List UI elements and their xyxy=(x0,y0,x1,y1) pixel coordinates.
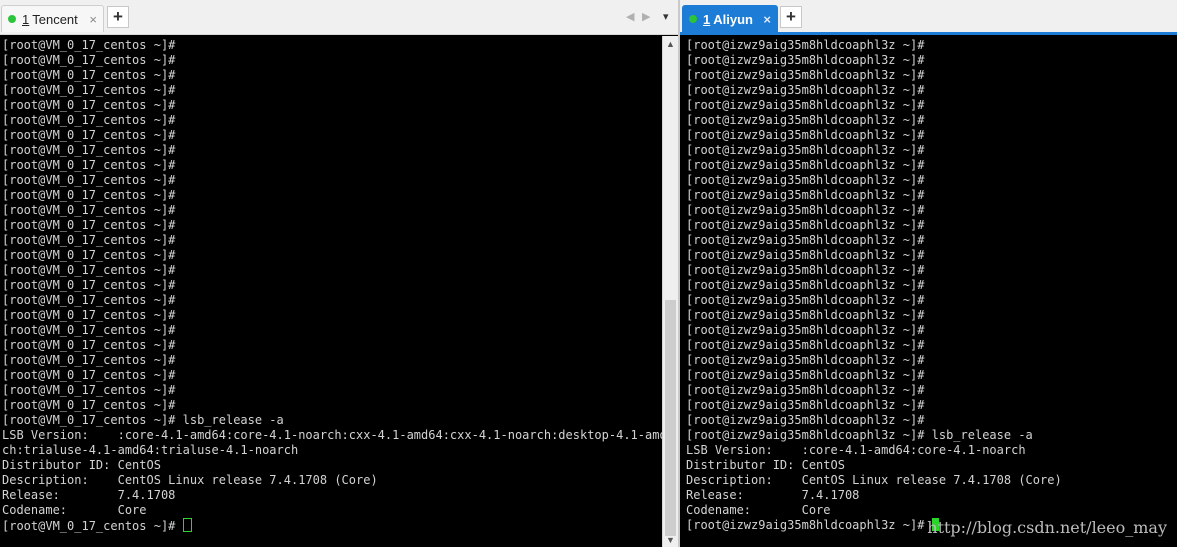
terminal-line: [root@VM_0_17_centos ~]# xyxy=(2,368,176,382)
terminal-line: Codename: Core xyxy=(686,503,831,517)
terminal-line: [root@izwz9aig35m8hldcoaphl3z ~]# xyxy=(686,248,925,262)
terminal-line: [root@izwz9aig35m8hldcoaphl3z ~]# xyxy=(686,323,925,337)
terminal-line: [root@VM_0_17_centos ~]# xyxy=(2,308,176,322)
terminal-line: [root@VM_0_17_centos ~]# lsb_release -a xyxy=(2,413,284,427)
terminal-line: [root@VM_0_17_centos ~]# xyxy=(2,203,176,217)
terminal-line: [root@VM_0_17_centos ~]# xyxy=(2,83,176,97)
terminal-line: [root@VM_0_17_centos ~]# xyxy=(2,398,176,412)
scroll-up-icon[interactable]: ▲ xyxy=(666,39,675,49)
tab-number: 1 xyxy=(703,11,711,27)
terminal-line: Description: CentOS Linux release 7.4.17… xyxy=(686,473,1062,487)
terminal-line: [root@izwz9aig35m8hldcoaphl3z ~]# xyxy=(686,278,925,292)
terminal-line: [root@VM_0_17_centos ~]# xyxy=(2,38,176,52)
scroll-thumb[interactable] xyxy=(665,300,676,536)
terminal-line: [root@VM_0_17_centos ~]# xyxy=(2,248,176,262)
terminal-line: [root@VM_0_17_centos ~]# xyxy=(2,188,176,202)
terminal-line: [root@izwz9aig35m8hldcoaphl3z ~]# xyxy=(686,233,925,247)
tab-aliyun[interactable]: 1 Aliyun × xyxy=(682,5,778,32)
terminal-line: [root@VM_0_17_centos ~]# xyxy=(2,278,176,292)
terminal-line: [root@VM_0_17_centos ~]# xyxy=(2,173,176,187)
terminal-line: Description: CentOS Linux release 7.4.17… xyxy=(2,473,378,487)
terminal-line: [root@VM_0_17_centos ~]# xyxy=(2,263,176,277)
terminal-output[interactable]: [root@izwz9aig35m8hldcoaphl3z ~]# [root@i… xyxy=(686,38,1062,533)
terminal-line: [root@izwz9aig35m8hldcoaphl3z ~]# xyxy=(686,128,925,142)
close-icon[interactable]: × xyxy=(763,12,771,27)
terminal-line: LSB Version: :core-4.1-amd64:core-4.1-no… xyxy=(686,443,1026,457)
right-terminal-pane[interactable]: 1 Aliyun × + [root@izwz9aig35m8hldcoaphl… xyxy=(680,0,1177,547)
terminal-line: [root@VM_0_17_centos ~]# xyxy=(2,218,176,232)
terminal-line: [root@izwz9aig35m8hldcoaphl3z ~]# xyxy=(686,383,925,397)
terminal-line: [root@VM_0_17_centos ~]# xyxy=(2,353,176,367)
new-tab-button[interactable]: + xyxy=(107,6,129,28)
tab-tencent[interactable]: 1 Tencent × xyxy=(1,5,104,32)
tab-scroll-right-icon[interactable]: ▶ xyxy=(642,10,650,23)
terminal-line: [root@VM_0_17_centos ~]# xyxy=(2,323,176,337)
right-tab-bar: 1 Aliyun × + xyxy=(680,0,1177,35)
terminal-line: Distributor ID: CentOS xyxy=(686,458,845,472)
terminal-line: Distributor ID: CentOS xyxy=(2,458,161,472)
tab-scroll-left-icon[interactable]: ◀ xyxy=(626,10,634,23)
terminal-line: [root@VM_0_17_centos ~]# xyxy=(2,383,176,397)
terminal-line: [root@izwz9aig35m8hldcoaphl3z ~]# xyxy=(686,293,925,307)
terminal-line: Codename: Core xyxy=(2,503,147,517)
terminal-line: [root@izwz9aig35m8hldcoaphl3z ~]# xyxy=(686,203,925,217)
terminal-line: [root@VM_0_17_centos ~]# xyxy=(2,293,176,307)
terminal-line: [root@izwz9aig35m8hldcoaphl3z ~]# xyxy=(686,143,925,157)
terminal-line: [root@izwz9aig35m8hldcoaphl3z ~]# xyxy=(686,353,925,367)
scrollbar[interactable]: ▲ ▼ xyxy=(662,36,679,547)
tab-label: Tencent xyxy=(32,11,78,27)
terminal-line: [root@VM_0_17_centos ~]# xyxy=(2,233,176,247)
scroll-down-icon[interactable]: ▼ xyxy=(666,535,675,545)
terminal-line: [root@izwz9aig35m8hldcoaphl3z ~]# xyxy=(686,83,925,97)
cursor[interactable] xyxy=(182,518,192,532)
terminal-line: [root@izwz9aig35m8hldcoaphl3z ~]# lsb_re… xyxy=(686,428,1033,442)
terminal-line: [root@VM_0_17_centos ~]# xyxy=(2,158,176,172)
prompt-text: [root@VM_0_17_centos ~]# xyxy=(2,519,183,533)
terminal-line: ch:trialuse-4.1-amd64:trialuse-4.1-noarc… xyxy=(2,443,299,457)
tab-label: Aliyun xyxy=(713,11,753,27)
terminal-line: [root@VM_0_17_centos ~]# xyxy=(2,338,176,352)
terminal-line: [root@izwz9aig35m8hldcoaphl3z ~]# xyxy=(686,218,925,232)
terminal-line: [root@VM_0_17_centos ~]# xyxy=(2,143,176,157)
terminal-output[interactable]: [root@VM_0_17_centos ~]# [root@VM_0_17_ce… xyxy=(2,38,674,534)
left-terminal-pane[interactable]: 1 Tencent × + ◀ ▶ ▾ [root@VM_0_17_centos… xyxy=(0,0,679,547)
terminal-line: Release: 7.4.1708 xyxy=(2,488,176,502)
terminal-line: [root@izwz9aig35m8hldcoaphl3z ~]# xyxy=(686,263,925,277)
terminal-prompt-line: [root@VM_0_17_centos ~]# xyxy=(2,518,674,534)
connected-status-icon xyxy=(689,15,697,23)
terminal-line: [root@izwz9aig35m8hldcoaphl3z ~]# xyxy=(686,398,925,412)
terminal-line: [root@VM_0_17_centos ~]# xyxy=(2,128,176,142)
tab-number: 1 xyxy=(22,11,30,27)
terminal-line: [root@izwz9aig35m8hldcoaphl3z ~]# xyxy=(686,173,925,187)
terminal-line: [root@izwz9aig35m8hldcoaphl3z ~]# xyxy=(686,308,925,322)
terminal-line: [root@VM_0_17_centos ~]# xyxy=(2,68,176,82)
close-icon[interactable]: × xyxy=(89,12,97,27)
terminal-line: [root@izwz9aig35m8hldcoaphl3z ~]# xyxy=(686,413,925,427)
terminal-line: [root@izwz9aig35m8hldcoaphl3z ~]# xyxy=(686,53,925,67)
terminal-line: [root@izwz9aig35m8hldcoaphl3z ~]# xyxy=(686,338,925,352)
terminal-line: [root@izwz9aig35m8hldcoaphl3z ~]# xyxy=(686,38,925,52)
terminal-line: [root@izwz9aig35m8hldcoaphl3z ~]# xyxy=(686,68,925,82)
terminal-line: [root@VM_0_17_centos ~]# xyxy=(2,53,176,67)
new-tab-button[interactable]: + xyxy=(780,6,802,28)
watermark: http://blog.csdn.net/leeo_may xyxy=(927,518,1167,537)
prompt-text: [root@izwz9aig35m8hldcoaphl3z ~]# xyxy=(686,518,932,532)
terminal-line: [root@izwz9aig35m8hldcoaphl3z ~]# xyxy=(686,368,925,382)
terminal-line: Release: 7.4.1708 xyxy=(686,488,860,502)
terminal-line: [root@VM_0_17_centos ~]# xyxy=(2,98,176,112)
terminal-line: [root@VM_0_17_centos ~]# xyxy=(2,113,176,127)
terminal-line: [root@izwz9aig35m8hldcoaphl3z ~]# xyxy=(686,158,925,172)
left-tab-bar: 1 Tencent × + ◀ ▶ ▾ xyxy=(0,0,679,35)
terminal-line: [root@izwz9aig35m8hldcoaphl3z ~]# xyxy=(686,113,925,127)
tab-menu-icon[interactable]: ▾ xyxy=(663,10,669,23)
connected-status-icon xyxy=(8,15,16,23)
terminal-line: LSB Version: :core-4.1-amd64:core-4.1-no… xyxy=(2,428,674,442)
terminal-line: [root@izwz9aig35m8hldcoaphl3z ~]# xyxy=(686,98,925,112)
terminal-line: [root@izwz9aig35m8hldcoaphl3z ~]# xyxy=(686,188,925,202)
